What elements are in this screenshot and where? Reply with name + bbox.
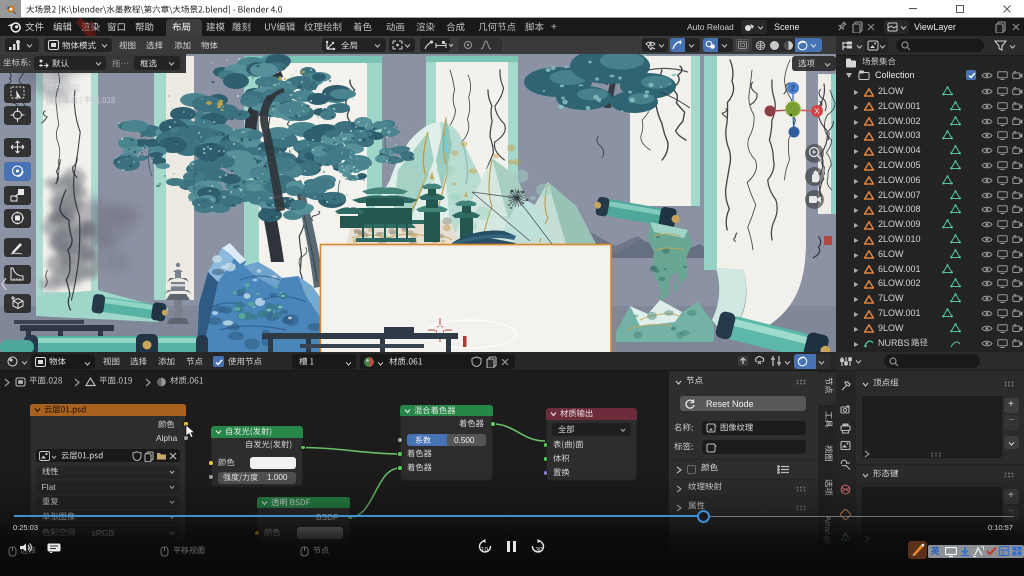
svg-text:X: X — [815, 109, 820, 116]
svg-text:30: 30 — [535, 547, 543, 554]
svg-text:Z: Z — [791, 86, 796, 93]
svg-text:10: 10 — [481, 547, 489, 554]
